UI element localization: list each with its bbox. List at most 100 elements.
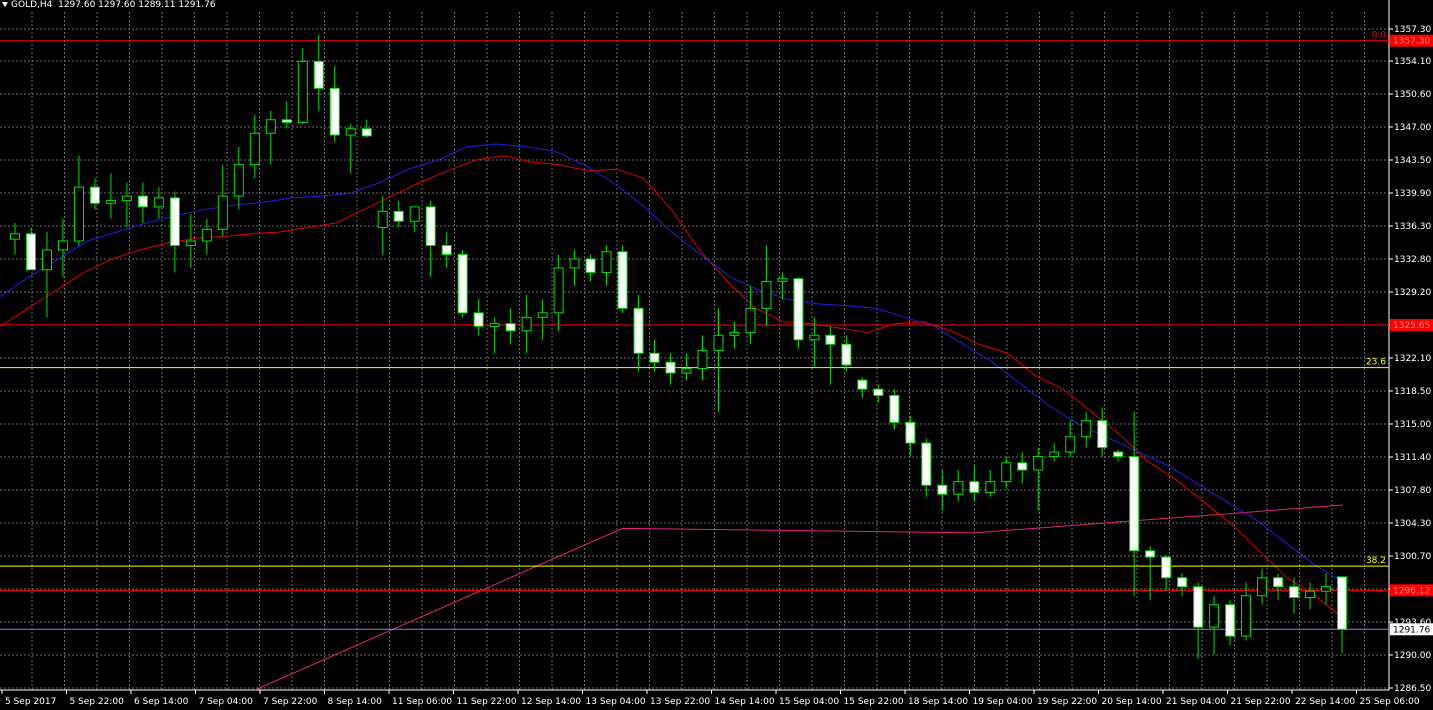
candle-body xyxy=(745,307,756,334)
candle-body xyxy=(329,87,340,136)
candle-body xyxy=(361,128,372,137)
level-label: 38.2 xyxy=(1366,556,1386,566)
price-tick-label: 1311.40 xyxy=(1394,453,1431,463)
time-tick-label: 13 Sep 22:00 xyxy=(650,697,710,707)
candle-body xyxy=(985,481,996,493)
time-tick-label: 7 Sep 04:00 xyxy=(199,697,254,707)
candle-body xyxy=(569,258,580,269)
candle-body xyxy=(185,240,196,246)
time-tick-label: 21 Sep 04:00 xyxy=(1166,697,1226,707)
candle-body xyxy=(1177,577,1188,588)
candle-body xyxy=(825,334,836,345)
candle-body xyxy=(665,361,676,374)
candle-body xyxy=(1225,604,1236,637)
price-chart[interactable]: 1357.30 1354.10 1350.60 1347.00 1343.50 1339.… xyxy=(0,0,1433,710)
price-tick-label: 1315.00 xyxy=(1394,420,1431,430)
candle-body xyxy=(1193,586,1204,628)
price-tick-label: 1290.00 xyxy=(1394,651,1431,661)
candle-body xyxy=(649,352,660,363)
candle-body xyxy=(601,251,612,273)
time-tick-label: 12 Sep 14:00 xyxy=(521,697,581,707)
candle-body xyxy=(1113,451,1124,458)
candle-body xyxy=(873,388,884,396)
time-tick-label: 7 Sep 22:00 xyxy=(263,697,318,707)
candle-body xyxy=(761,280,772,309)
candle-body xyxy=(777,278,788,282)
price-tick-label: 1286.50 xyxy=(1394,684,1431,694)
time-tick-label: 13 Sep 04:00 xyxy=(586,697,646,707)
candle-body xyxy=(10,233,20,240)
price-tick-label: 1357.30 xyxy=(1394,25,1431,35)
time-tick-label: 15 Sep 04:00 xyxy=(779,697,839,707)
candle-body xyxy=(1337,576,1347,630)
candle-body xyxy=(249,132,260,166)
candle-body xyxy=(1145,550,1156,558)
candle-body xyxy=(857,379,868,390)
time-tick-label: 25 Sep 06:00 xyxy=(1360,697,1420,707)
price-tick-label: 1339.90 xyxy=(1394,189,1431,199)
candle-body xyxy=(345,128,356,136)
time-tick-label: 22 Sep 14:00 xyxy=(1295,697,1355,707)
candle-body xyxy=(121,195,132,202)
candle-body xyxy=(233,164,244,197)
candle-body xyxy=(105,200,116,204)
candle-body xyxy=(89,186,100,204)
candle-body xyxy=(809,334,820,341)
candle-body xyxy=(841,343,852,366)
candle-body xyxy=(489,323,500,327)
candle-body xyxy=(537,312,548,318)
candle-body xyxy=(281,119,292,123)
candle-body xyxy=(1289,586,1300,599)
time-tick-label: 15 Sep 22:00 xyxy=(844,697,904,707)
time-tick-label: 6 Sep 14:00 xyxy=(134,697,189,707)
candle-body xyxy=(1017,462,1028,471)
candle-body xyxy=(937,484,948,495)
time-tick-label: 19 Sep 04:00 xyxy=(973,697,1033,707)
price-tag-label: 1325.65 xyxy=(1393,321,1430,331)
price-tick-label: 1307.80 xyxy=(1394,486,1431,496)
candle-body xyxy=(1129,456,1140,552)
candle-body xyxy=(169,197,180,246)
candle-body xyxy=(441,244,452,255)
level-label: 23.6 xyxy=(1366,358,1386,368)
candle-body xyxy=(1241,595,1252,637)
time-tick-label: 14 Sep 14:00 xyxy=(715,697,775,707)
candle-body xyxy=(409,206,420,222)
candle-body xyxy=(73,186,84,242)
candle-body xyxy=(553,267,564,314)
price-tick-label: 1343.50 xyxy=(1394,156,1431,166)
price-tag-label: 1357.30 xyxy=(1393,37,1430,47)
time-tick-label: 8 Sep 14:00 xyxy=(328,697,383,707)
candle-body xyxy=(905,421,916,444)
candle-body xyxy=(633,307,644,354)
candle-body xyxy=(713,334,724,352)
price-tick-label: 1354.10 xyxy=(1394,57,1431,67)
time-tick-label: 11 Sep 06:00 xyxy=(392,697,452,707)
candle-body xyxy=(393,210,404,222)
candle-body xyxy=(1273,577,1284,588)
time-tick-label: 11 Sep 22:00 xyxy=(457,697,517,707)
candle-body xyxy=(265,119,276,134)
time-tick-label: 19 Sep 22:00 xyxy=(1037,697,1097,707)
price-tag-label: 1296.12 xyxy=(1393,586,1430,596)
candle-body xyxy=(681,368,692,374)
candle-body xyxy=(729,332,740,336)
time-tick-label: 18 Sep 14:00 xyxy=(908,697,968,707)
price-tick-label: 1318.50 xyxy=(1394,387,1431,397)
time-tick-label: 5 Sep 22:00 xyxy=(70,697,125,707)
price-tick-label: 1304.30 xyxy=(1394,519,1431,529)
time-tick-label: 21 Sep 22:00 xyxy=(1231,697,1291,707)
candle-body xyxy=(473,312,484,327)
candle-body xyxy=(137,195,148,208)
candle-body xyxy=(1097,420,1108,449)
price-tick-label: 1300.70 xyxy=(1394,552,1431,562)
candle-body xyxy=(25,233,36,271)
candle-body xyxy=(521,316,532,332)
candle-body xyxy=(217,195,228,230)
candle-body xyxy=(377,210,388,229)
candle-body xyxy=(297,60,308,123)
time-tick-label: 5 Sep 2017 xyxy=(5,697,56,707)
candle-body xyxy=(697,350,708,370)
candle-body xyxy=(921,442,932,486)
time-tick-label: 20 Sep 14:00 xyxy=(1102,697,1162,707)
